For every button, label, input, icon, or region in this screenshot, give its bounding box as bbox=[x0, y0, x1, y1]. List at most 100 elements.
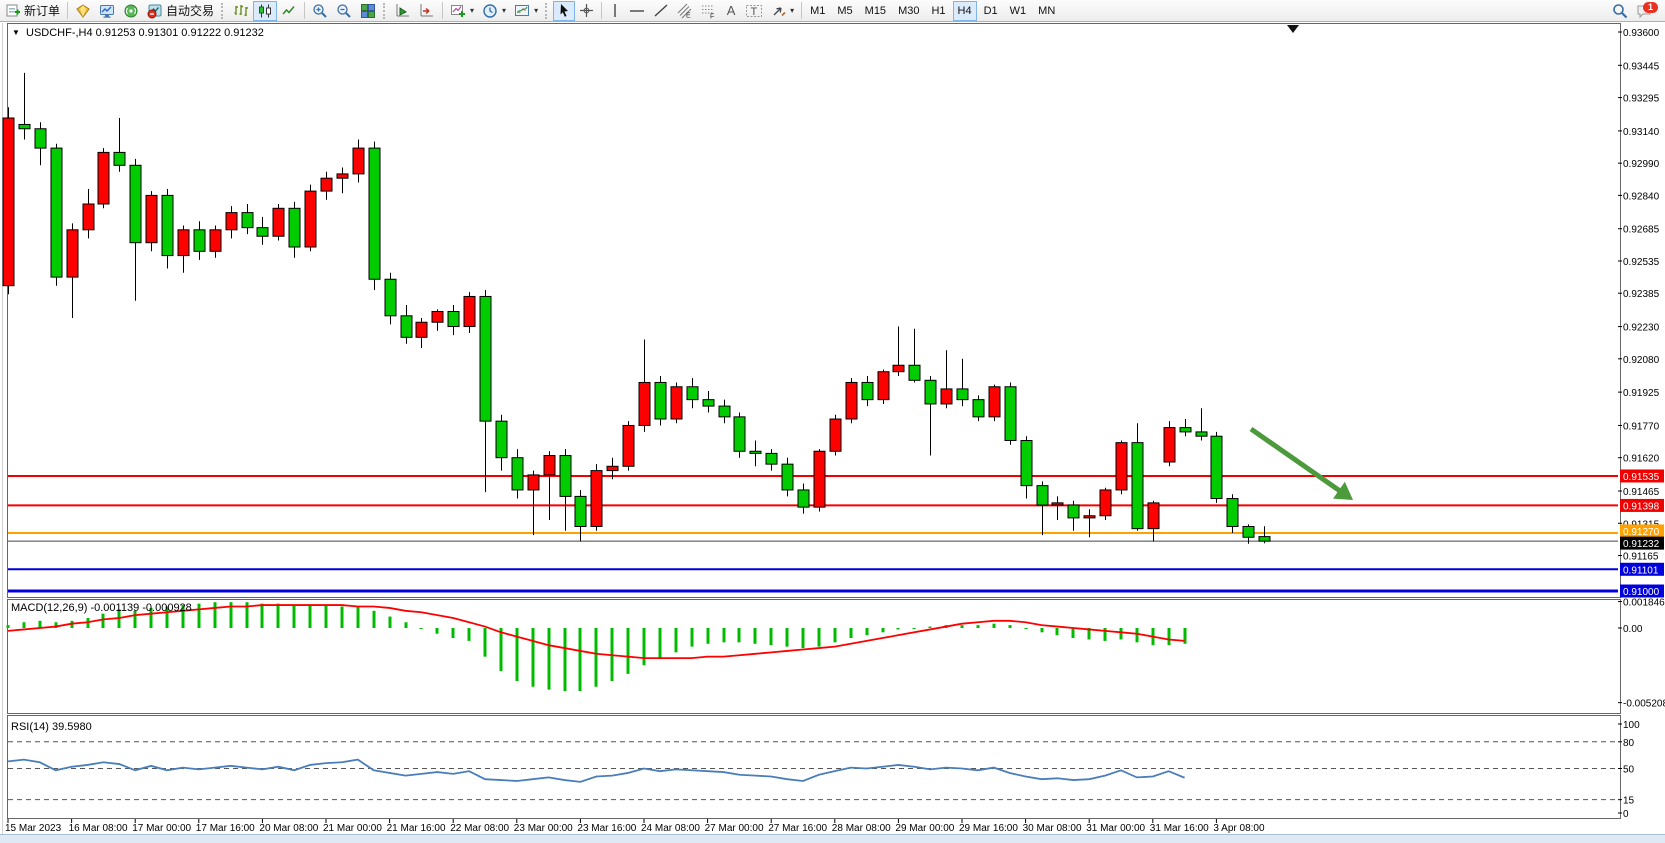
candle-body bbox=[798, 490, 809, 507]
rsi-axis-label: 100 bbox=[1623, 720, 1640, 731]
autotrading-button[interactable]: 自动交易 bbox=[143, 1, 218, 21]
candle-body bbox=[1005, 387, 1016, 441]
main-pane[interactable] bbox=[8, 24, 1621, 598]
clock-icon bbox=[482, 3, 498, 19]
candle-body bbox=[480, 296, 491, 421]
macd-histogram-bar bbox=[436, 628, 439, 634]
zoom-out-button[interactable] bbox=[332, 1, 356, 21]
macd-histogram-bar bbox=[738, 628, 741, 642]
macd-histogram-bar bbox=[929, 627, 932, 628]
periods-button[interactable]: ▾ bbox=[478, 1, 510, 21]
price-axis-label: 0.92385 bbox=[1623, 289, 1660, 300]
arrows-tool-button[interactable]: ▾ bbox=[767, 1, 798, 21]
candlestick-chart-button[interactable] bbox=[253, 1, 277, 21]
templates-button[interactable]: ▾ bbox=[510, 1, 542, 21]
notifications-button[interactable]: 1 bbox=[1632, 1, 1657, 21]
candle-body bbox=[321, 178, 332, 191]
timeframe-mn-button[interactable]: MN bbox=[1033, 1, 1060, 21]
chart-shift-button[interactable] bbox=[415, 1, 439, 21]
candle-body bbox=[1021, 441, 1032, 486]
timeframe-d1-button[interactable]: D1 bbox=[979, 1, 1003, 21]
macd-histogram-bar bbox=[564, 628, 567, 691]
candle-body bbox=[51, 148, 62, 277]
auto-scroll-button[interactable] bbox=[391, 1, 415, 21]
macd-histogram-bar bbox=[214, 602, 217, 628]
timeframe-h1-button[interactable]: H1 bbox=[926, 1, 950, 21]
time-axis-label: 3 Apr 08:00 bbox=[1213, 823, 1265, 834]
timeframe-w1-button[interactable]: W1 bbox=[1005, 1, 1032, 21]
toolbar-separator bbox=[601, 2, 602, 19]
search-button[interactable] bbox=[1608, 1, 1632, 21]
timeframe-m30-button[interactable]: M30 bbox=[893, 1, 924, 21]
candle-body bbox=[973, 400, 984, 417]
candle-body bbox=[35, 129, 46, 148]
timeframe-m1-button[interactable]: M1 bbox=[805, 1, 830, 21]
rsi-pane[interactable] bbox=[8, 716, 1621, 819]
chart-collapse-icon[interactable]: ▼ bbox=[12, 28, 20, 37]
candle-body bbox=[385, 279, 396, 316]
timeframe-h4-button[interactable]: H4 bbox=[953, 1, 977, 21]
candle-body bbox=[703, 400, 714, 406]
candle-body bbox=[607, 466, 618, 470]
trendline-tool-button[interactable] bbox=[649, 1, 673, 21]
macd-axis-label: 0.00 bbox=[1623, 624, 1643, 635]
horizontal-line-tool-button[interactable] bbox=[625, 1, 649, 21]
auto-scroll-icon bbox=[395, 3, 411, 19]
timeframe-m15-button[interactable]: M15 bbox=[860, 1, 891, 21]
macd-pane[interactable] bbox=[8, 600, 1621, 714]
text-label-tool-button[interactable]: T bbox=[741, 1, 767, 21]
zoom-in-button[interactable] bbox=[308, 1, 332, 21]
line-chart-button[interactable] bbox=[277, 1, 301, 21]
new-order-button[interactable]: 新订单 bbox=[2, 1, 64, 21]
market-button[interactable] bbox=[71, 1, 95, 21]
line-chart-icon bbox=[281, 3, 297, 19]
macd-histogram-bar bbox=[261, 604, 264, 628]
svg-text:E: E bbox=[686, 12, 691, 19]
candle-body bbox=[416, 322, 427, 337]
macd-histogram-bar bbox=[500, 628, 503, 671]
candle-body bbox=[925, 380, 936, 404]
crosshair-tool-button[interactable] bbox=[575, 1, 598, 21]
text-tool-button[interactable]: A bbox=[721, 1, 741, 21]
candle-body bbox=[194, 230, 205, 252]
cursor-tool-button[interactable] bbox=[553, 1, 575, 21]
candle-body bbox=[544, 456, 555, 475]
candle-body bbox=[671, 387, 682, 419]
dropdown-arrow-icon: ▾ bbox=[502, 6, 506, 15]
macd-histogram-bar bbox=[834, 628, 837, 642]
price-axis-label: 0.91770 bbox=[1623, 421, 1660, 432]
template-icon bbox=[514, 3, 530, 19]
macd-histogram-bar bbox=[723, 628, 726, 642]
time-axis-label: 29 Mar 00:00 bbox=[895, 823, 954, 834]
macd-histogram-bar bbox=[420, 628, 423, 629]
add-indicator-icon bbox=[450, 3, 466, 19]
candle-body bbox=[257, 228, 268, 237]
chart-canvas[interactable]: ▼USDCHF-,H4 0.91253 0.91301 0.91222 0.91… bbox=[0, 0, 1665, 843]
toolbar-separator bbox=[442, 2, 443, 19]
indicators-button[interactable]: ▾ bbox=[446, 1, 478, 21]
equidistant-channel-tool-button[interactable]: E bbox=[673, 1, 697, 21]
bar-chart-button[interactable] bbox=[229, 1, 253, 21]
candle-body bbox=[178, 230, 189, 256]
candle-body bbox=[496, 421, 507, 458]
notification-badge: 1 bbox=[1643, 2, 1658, 13]
news-button[interactable] bbox=[119, 1, 143, 21]
price-badge-0.91270-text: 0.91270 bbox=[1623, 527, 1660, 538]
candle-body bbox=[734, 417, 745, 451]
signals-button[interactable] bbox=[95, 1, 119, 21]
price-badge-0.91000-text: 0.91000 bbox=[1623, 587, 1660, 598]
time-axis-label: 24 Mar 08:00 bbox=[641, 823, 700, 834]
dropdown-arrow-icon: ▾ bbox=[534, 6, 538, 15]
macd-histogram-bar bbox=[897, 628, 900, 629]
time-axis-label: 21 Mar 00:00 bbox=[323, 823, 382, 834]
candle-body bbox=[560, 456, 571, 497]
tile-windows-icon bbox=[360, 3, 376, 19]
macd-histogram-bar bbox=[913, 628, 916, 629]
price-axis-label: 0.92230 bbox=[1623, 323, 1660, 334]
tile-windows-button[interactable] bbox=[356, 1, 380, 21]
macd-axis-label: 0.001846 bbox=[1623, 598, 1665, 609]
candle-body bbox=[766, 453, 777, 464]
timeframe-m5-button[interactable]: M5 bbox=[832, 1, 857, 21]
vertical-line-tool-button[interactable] bbox=[605, 1, 625, 21]
fibonacci-tool-button[interactable]: F bbox=[697, 1, 721, 21]
